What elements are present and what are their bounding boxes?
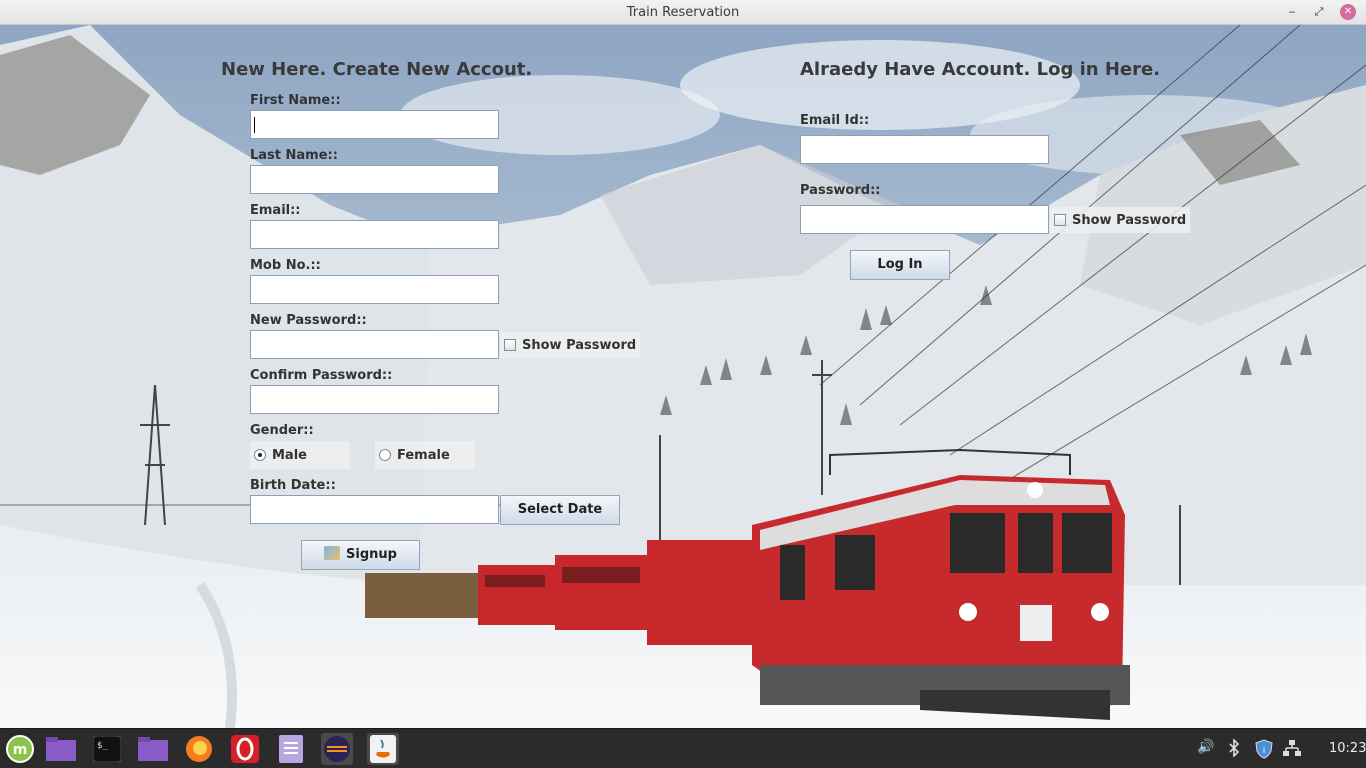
login-show-password-checkbox[interactable]: Show Password	[1050, 207, 1190, 233]
folder-icon[interactable]	[137, 733, 169, 765]
network-icon[interactable]	[1283, 739, 1301, 761]
opera-icon[interactable]	[229, 733, 261, 765]
firefox-icon[interactable]	[183, 733, 215, 765]
text-editor-icon[interactable]	[275, 733, 307, 765]
eclipse-icon[interactable]	[321, 733, 353, 765]
gender-male-label: Male	[272, 447, 307, 463]
email-field[interactable]	[250, 220, 499, 249]
window-title: Train Reservation	[626, 5, 740, 20]
svg-text:$_: $_	[97, 741, 108, 751]
last-name-field[interactable]	[250, 165, 499, 194]
java-icon[interactable]	[367, 733, 399, 765]
signup-button[interactable]: Signup	[301, 540, 420, 570]
first-name-field[interactable]	[250, 110, 499, 139]
last-name-label: Last Name::	[250, 148, 338, 163]
mob-label: Mob No.::	[250, 258, 321, 273]
login-heading: Alraedy Have Account. Log in Here.	[800, 59, 1161, 80]
login-show-password-label: Show Password	[1072, 212, 1187, 228]
close-icon[interactable]: ✕	[1340, 4, 1356, 20]
volume-icon[interactable]: 🔊	[1197, 739, 1214, 755]
email-label: Email::	[250, 203, 301, 218]
files-icon[interactable]	[45, 733, 77, 765]
login-password-field[interactable]	[800, 205, 1049, 234]
mob-field[interactable]	[250, 275, 499, 304]
mint-menu-icon[interactable]: m	[4, 733, 36, 765]
radio-selected-icon	[254, 449, 266, 461]
gender-label: Gender::	[250, 423, 314, 438]
snow-train-scene	[0, 25, 1366, 728]
confirm-password-label: Confirm Password::	[250, 368, 393, 383]
clock: 10:23	[1329, 741, 1366, 756]
window-titlebar: Train Reservation ‒ ⤢ ✕	[0, 0, 1366, 25]
minimize-icon[interactable]: ‒	[1284, 4, 1300, 20]
terminal-icon[interactable]: $_	[91, 733, 123, 765]
login-password-label: Password::	[800, 183, 881, 198]
signup-icon	[324, 546, 341, 560]
taskbar: m $_ 🔊 i 10:23	[0, 728, 1366, 768]
login-email-label: Email Id::	[800, 113, 870, 128]
confirm-password-field[interactable]	[250, 385, 499, 414]
birth-date-label: Birth Date::	[250, 478, 336, 493]
signup-button-label: Signup	[346, 547, 397, 562]
checkbox-icon	[504, 339, 516, 351]
new-password-label: New Password::	[250, 313, 367, 328]
svg-text:m: m	[13, 742, 28, 758]
login-email-field[interactable]	[800, 135, 1049, 164]
signup-show-password-checkbox[interactable]: Show Password	[500, 332, 640, 358]
select-date-button[interactable]: Select Date	[500, 495, 620, 525]
gender-female-radio[interactable]: Female	[375, 441, 475, 469]
update-shield-icon[interactable]: i	[1255, 739, 1273, 763]
signup-show-password-label: Show Password	[522, 337, 637, 353]
maximize-icon[interactable]: ⤢	[1311, 4, 1327, 20]
new-password-field[interactable]	[250, 330, 499, 359]
background-image	[0, 25, 1366, 728]
svg-text:i: i	[1263, 746, 1266, 756]
first-name-label: First Name::	[250, 93, 341, 108]
signup-heading: New Here. Create New Accout.	[221, 59, 533, 80]
birth-date-field[interactable]	[250, 495, 499, 524]
gender-male-radio[interactable]: Male	[250, 441, 350, 469]
login-button[interactable]: Log In	[850, 250, 950, 280]
checkbox-icon	[1054, 214, 1066, 226]
bluetooth-icon[interactable]	[1227, 738, 1241, 761]
gender-female-label: Female	[397, 447, 450, 463]
radio-unselected-icon	[379, 449, 391, 461]
